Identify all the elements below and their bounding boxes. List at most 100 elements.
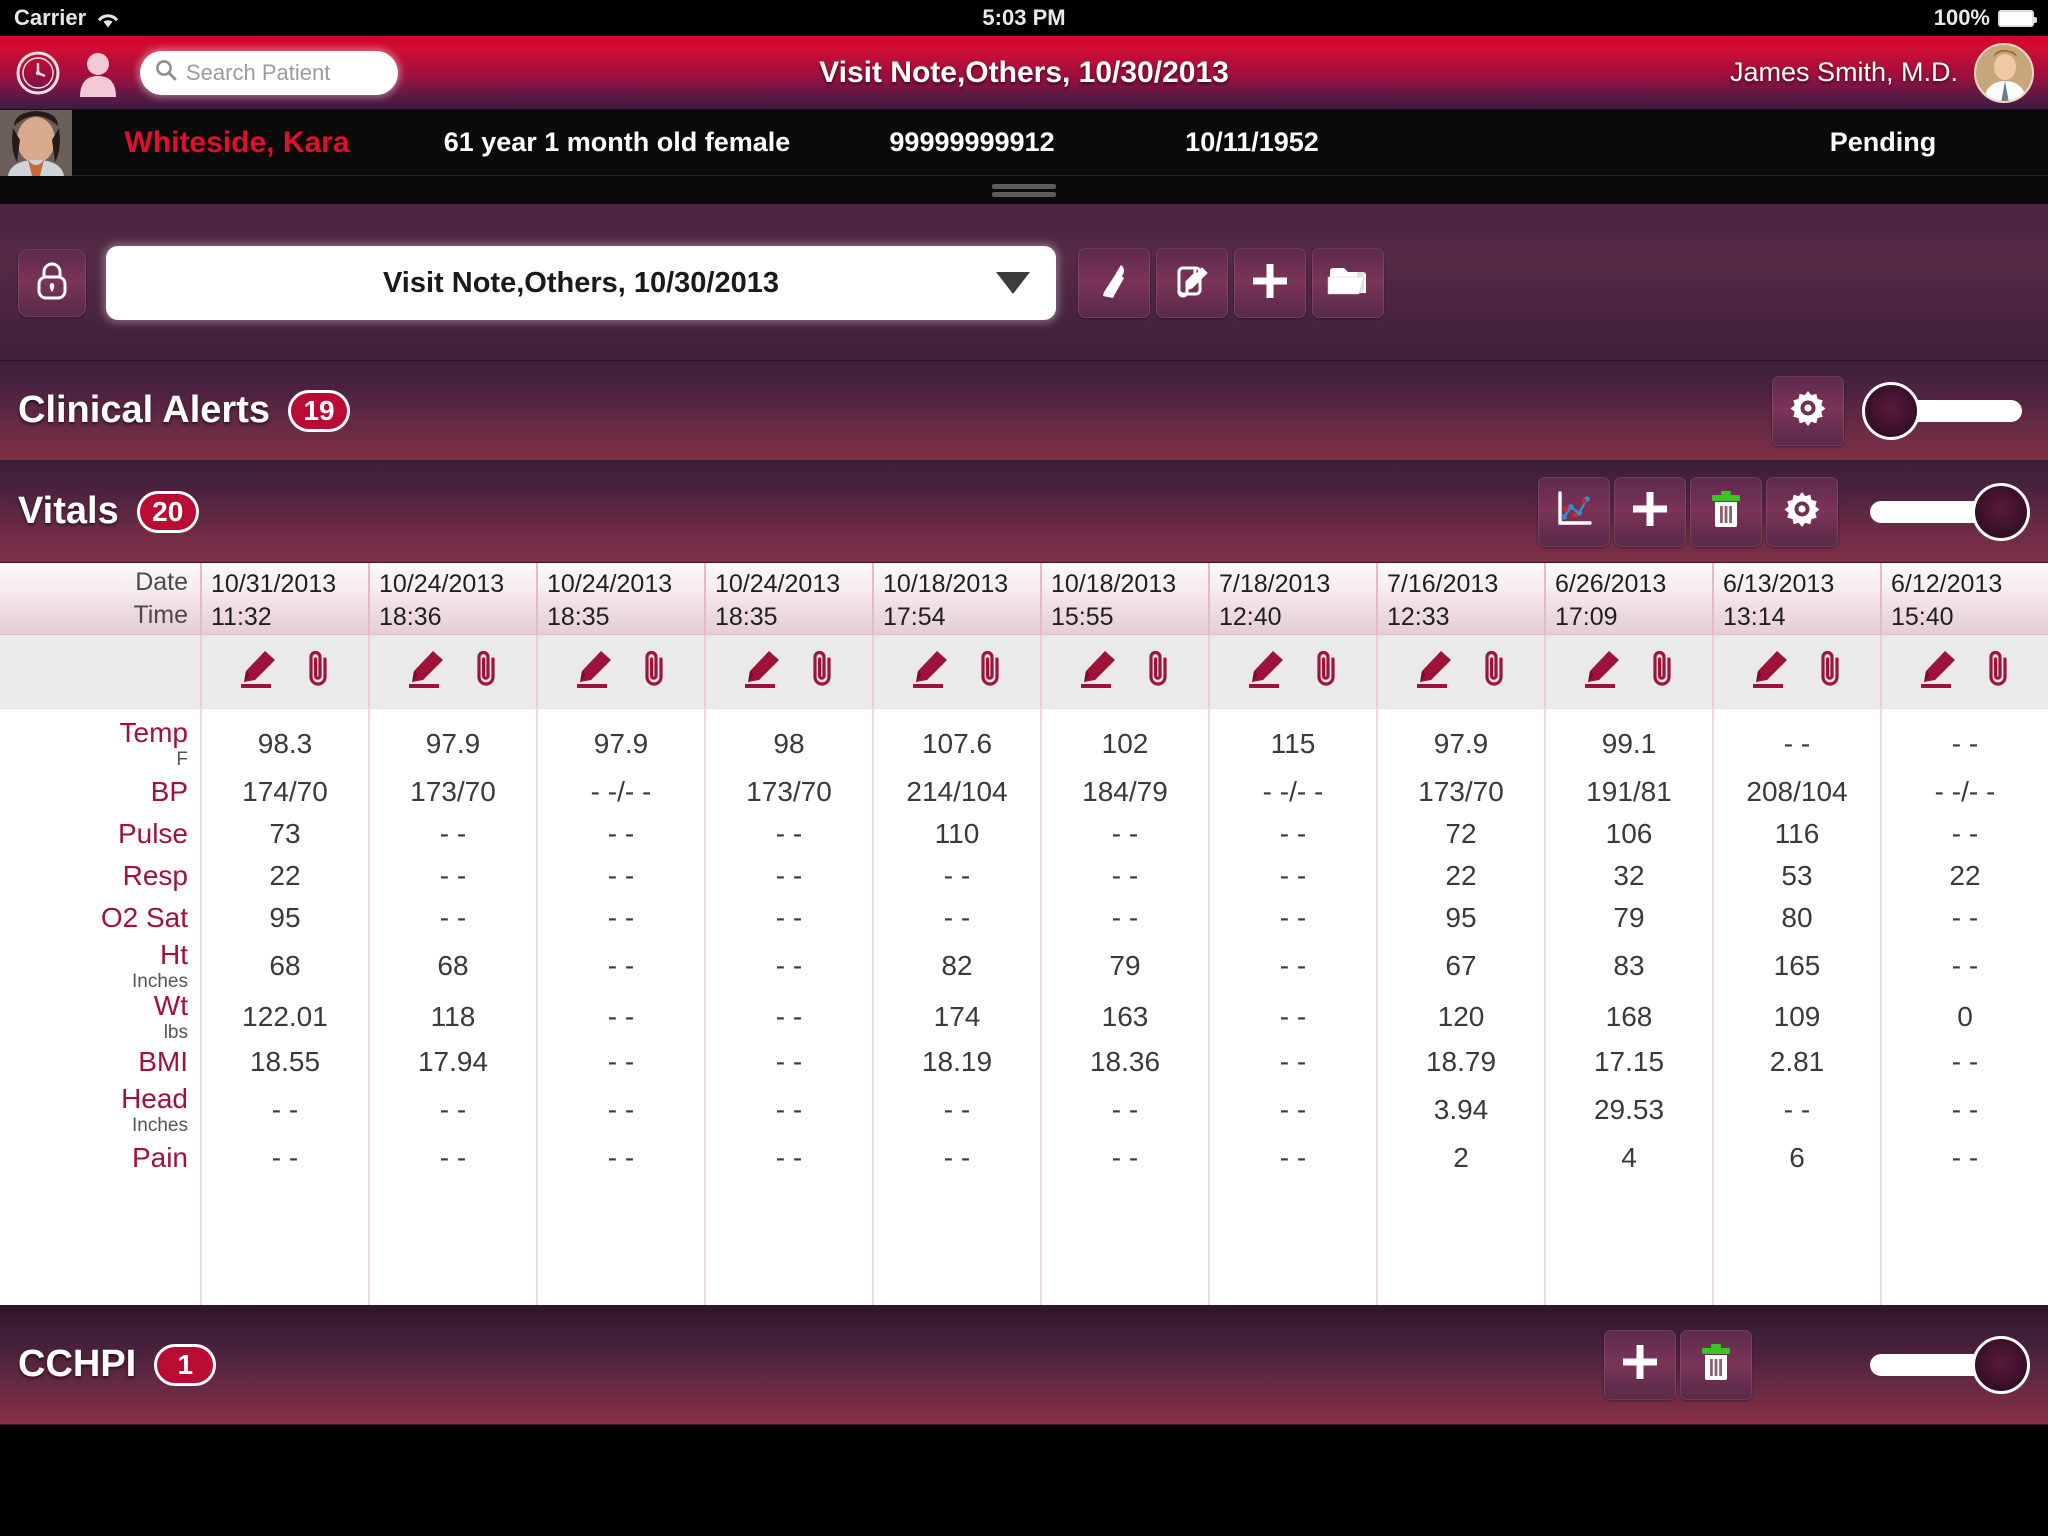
vitals-cell[interactable]: - - <box>538 1137 704 1179</box>
vitals-cell[interactable]: - - <box>706 813 872 855</box>
vitals-column-header[interactable]: 10/24/2013 18:36 <box>368 563 536 634</box>
vitals-cell[interactable]: 72 <box>1378 813 1544 855</box>
vitals-cell[interactable]: 106 <box>1546 813 1712 855</box>
pencil-edit-icon[interactable] <box>403 647 449 696</box>
vitals-cell[interactable]: - - <box>370 1137 536 1179</box>
vitals-cell[interactable]: - - <box>1042 813 1208 855</box>
add-note-button[interactable] <box>1234 248 1306 318</box>
paperclip-icon[interactable] <box>1813 647 1847 696</box>
paperclip-icon[interactable] <box>469 647 503 696</box>
clinical-alerts-settings-button[interactable] <box>1772 375 1844 446</box>
vitals-cell[interactable]: - - <box>1210 1137 1376 1179</box>
paperclip-icon[interactable] <box>301 647 335 696</box>
vitals-cell[interactable]: - - <box>1210 1041 1376 1083</box>
vitals-cell[interactable]: 29.53 <box>1546 1083 1712 1137</box>
vitals-cell[interactable]: 107.6 <box>874 717 1040 771</box>
cchpi-section-header[interactable]: CCHPI 1 <box>0 1305 2048 1425</box>
pencil-edit-icon[interactable] <box>1075 647 1121 696</box>
vitals-cell[interactable]: 173/70 <box>370 771 536 813</box>
vitals-column-header[interactable]: 6/13/2013 13:14 <box>1712 563 1880 634</box>
pencil-edit-icon[interactable] <box>1747 647 1793 696</box>
vitals-cell[interactable]: - - <box>1882 897 2048 939</box>
cchpi-delete-button[interactable] <box>1680 1329 1752 1400</box>
vitals-cell[interactable]: - - <box>706 1083 872 1137</box>
vitals-cell[interactable]: 98.3 <box>202 717 368 771</box>
vitals-cell[interactable]: - - <box>1210 993 1376 1041</box>
vitals-cell[interactable]: - - <box>538 813 704 855</box>
vitals-cell[interactable]: - - <box>538 993 704 1041</box>
vitals-cell[interactable]: 18.36 <box>1042 1041 1208 1083</box>
vitals-cell[interactable]: 122.01 <box>202 993 368 1041</box>
pencil-edit-icon[interactable] <box>1411 647 1457 696</box>
slider-knob[interactable] <box>1972 1335 2030 1394</box>
vitals-cell[interactable]: 18.55 <box>202 1041 368 1083</box>
vitals-expand-slider[interactable] <box>1862 482 2030 542</box>
vitals-cell[interactable]: - - <box>538 855 704 897</box>
vitals-cell[interactable]: - - <box>1882 1041 2048 1083</box>
vitals-column-header[interactable]: 6/26/2013 17:09 <box>1544 563 1712 634</box>
vitals-cell[interactable]: - - <box>538 1041 704 1083</box>
vitals-cell[interactable]: 97.9 <box>370 717 536 771</box>
vitals-cell[interactable]: - - <box>1714 1083 1880 1137</box>
vitals-cell[interactable]: - - <box>874 855 1040 897</box>
vitals-cell[interactable]: 214/104 <box>874 771 1040 813</box>
vitals-cell[interactable]: 118 <box>370 993 536 1041</box>
person-icon[interactable] <box>76 49 120 97</box>
paperclip-icon[interactable] <box>1309 647 1343 696</box>
vitals-cell[interactable]: - - <box>1882 1137 2048 1179</box>
vitals-column-header[interactable]: 6/12/2013 15:40 <box>1880 563 2048 634</box>
vitals-cell[interactable]: 6 <box>1714 1137 1880 1179</box>
vitals-cell[interactable]: 174 <box>874 993 1040 1041</box>
pencil-edit-icon[interactable] <box>1579 647 1625 696</box>
vitals-cell[interactable]: - - <box>1210 897 1376 939</box>
note-selector-dropdown[interactable]: Visit Note,Others, 10/30/2013 <box>106 246 1056 320</box>
cchpi-expand-slider[interactable] <box>1862 1335 2030 1395</box>
vitals-cell[interactable]: 115 <box>1210 717 1376 771</box>
vitals-cell[interactable]: - - <box>1210 1083 1376 1137</box>
slider-knob[interactable] <box>1972 482 2030 541</box>
vitals-cell[interactable]: - - <box>1714 717 1880 771</box>
vitals-cell[interactable]: 68 <box>370 939 536 993</box>
vitals-cell[interactable]: 32 <box>1546 855 1712 897</box>
vitals-section-header[interactable]: Vitals 20 <box>0 461 2048 563</box>
vitals-cell[interactable]: - - <box>706 993 872 1041</box>
vitals-cell[interactable]: - - <box>538 897 704 939</box>
vitals-cell[interactable]: 168 <box>1546 993 1712 1041</box>
vitals-column-header[interactable]: 7/16/2013 12:33 <box>1376 563 1544 634</box>
vitals-cell[interactable]: - - <box>1210 855 1376 897</box>
vitals-cell[interactable]: - -/- - <box>1210 771 1376 813</box>
paperclip-icon[interactable] <box>637 647 671 696</box>
clock-icon[interactable] <box>14 49 62 97</box>
edit-note-button[interactable] <box>1156 248 1228 318</box>
vitals-column-header[interactable]: 10/24/2013 18:35 <box>704 563 872 634</box>
vitals-cell[interactable]: - - <box>874 1137 1040 1179</box>
vitals-column-header[interactable]: 10/24/2013 18:35 <box>536 563 704 634</box>
vitals-cell[interactable]: - - <box>370 855 536 897</box>
vitals-cell[interactable]: 95 <box>202 897 368 939</box>
vitals-column-header[interactable]: 10/18/2013 15:55 <box>1040 563 1208 634</box>
vitals-cell[interactable]: - - <box>1042 1083 1208 1137</box>
vitals-cell[interactable]: - - <box>1882 717 2048 771</box>
vitals-cell[interactable]: 116 <box>1714 813 1880 855</box>
slider-knob[interactable] <box>1862 381 1920 440</box>
paperclip-icon[interactable] <box>1981 647 2015 696</box>
vitals-graph-button[interactable] <box>1538 476 1610 547</box>
vitals-cell[interactable]: 68 <box>202 939 368 993</box>
vitals-cell[interactable]: 17.94 <box>370 1041 536 1083</box>
vitals-cell[interactable]: - -/- - <box>1882 771 2048 813</box>
vitals-cell[interactable]: - - <box>706 1041 872 1083</box>
pencil-edit-icon[interactable] <box>235 647 281 696</box>
vitals-cell[interactable]: 73 <box>202 813 368 855</box>
vitals-cell[interactable]: - - <box>370 1083 536 1137</box>
vitals-cell[interactable]: - - <box>1210 939 1376 993</box>
cchpi-add-button[interactable] <box>1604 1329 1676 1400</box>
vitals-delete-button[interactable] <box>1690 476 1762 547</box>
vitals-cell[interactable]: 79 <box>1546 897 1712 939</box>
vitals-cell[interactable]: 18.19 <box>874 1041 1040 1083</box>
vitals-cell[interactable]: 191/81 <box>1546 771 1712 813</box>
vitals-cell[interactable]: - - <box>202 1083 368 1137</box>
vitals-cell[interactable]: 102 <box>1042 717 1208 771</box>
vitals-settings-button[interactable] <box>1766 476 1838 547</box>
vitals-cell[interactable]: 2 <box>1378 1137 1544 1179</box>
lock-button[interactable] <box>18 249 86 317</box>
